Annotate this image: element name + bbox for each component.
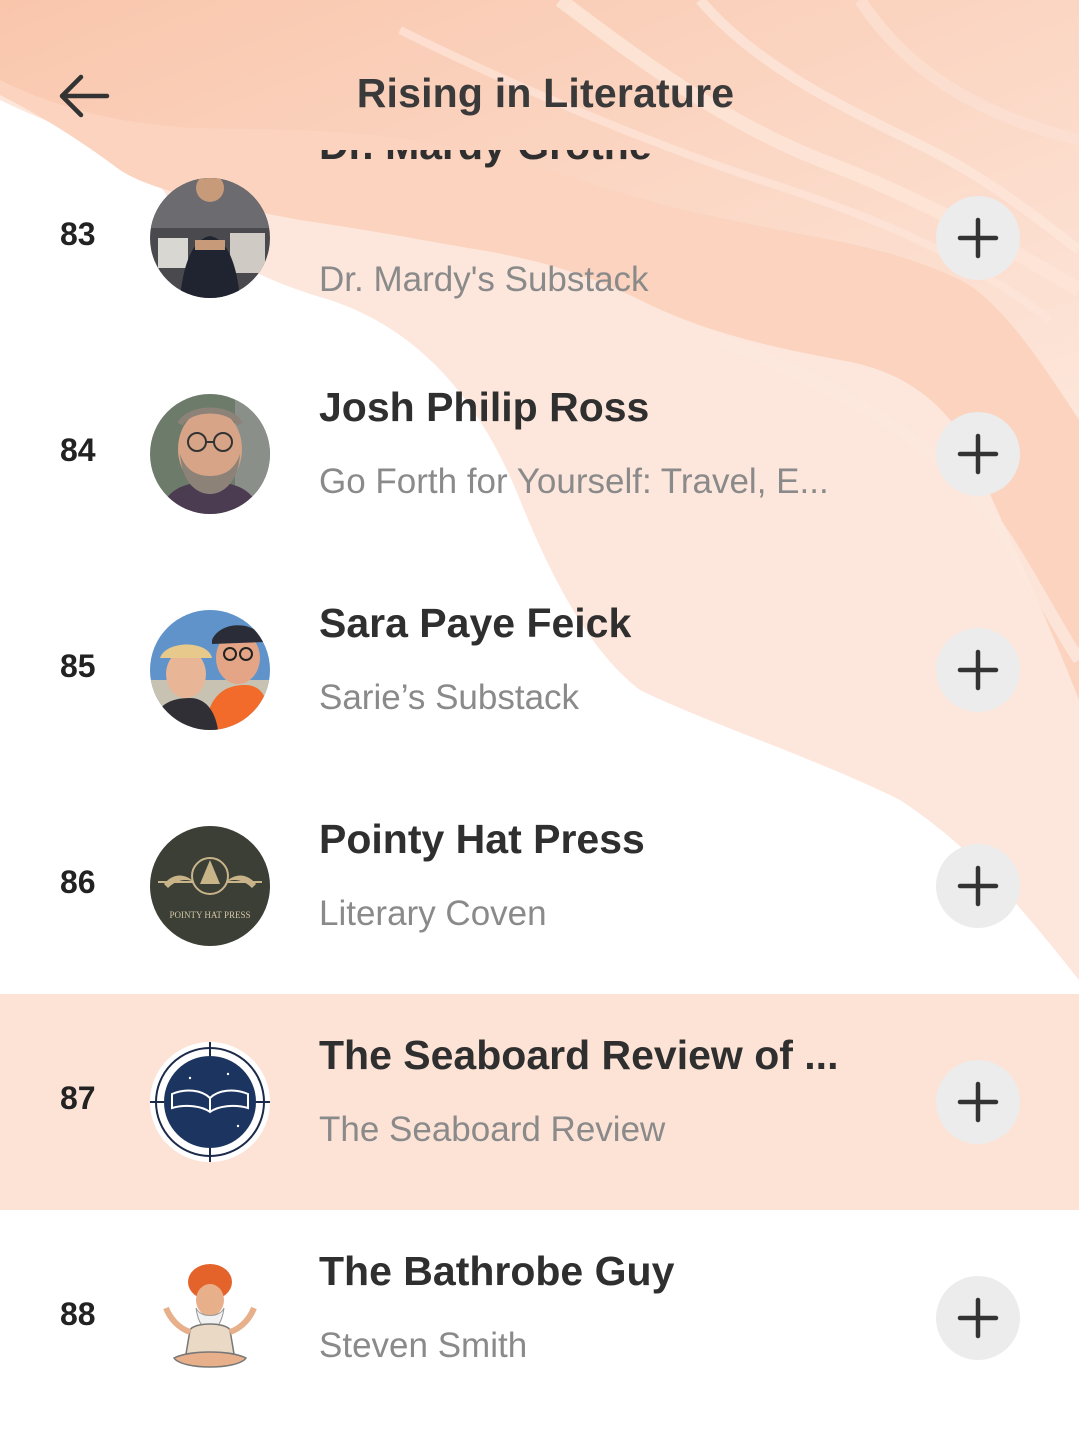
publication-name: Go Forth for Yourself: Travel, E... (319, 462, 829, 501)
plus-icon (957, 217, 999, 259)
publication-name: Sarie’s Substack (319, 678, 580, 717)
subscribe-button[interactable] (936, 844, 1020, 928)
author-name: Josh Philip Ross (319, 384, 650, 430)
list-item[interactable]: 88 The Bathrobe Guy Steven Smith (0, 1210, 1079, 1426)
list-item[interactable]: 86 POINTY HAT PRESS Pointy Hat Press Lit… (0, 778, 1079, 994)
subscribe-button[interactable] (936, 412, 1020, 496)
author-name: Sara Paye Feick (319, 600, 632, 646)
list-item[interactable]: 84 Josh Philip Ross Go Forth for Yoursel… (0, 346, 1079, 562)
page-title: Rising in Literature (356, 70, 735, 116)
avatar (150, 394, 270, 514)
avatar (150, 1042, 270, 1162)
subscribe-button[interactable] (936, 628, 1020, 712)
publication-name: Literary Coven (319, 894, 547, 933)
author-name: The Seaboard Review of ... (319, 1032, 839, 1078)
avatar (150, 1258, 270, 1378)
rank-number: 83 (60, 216, 96, 252)
plus-icon (957, 1297, 999, 1339)
list-item-highlighted[interactable]: 87 The Seaboard Review of ... The Seaboa… (0, 994, 1079, 1210)
ranking-list: 83 Dr. Mardy Grothe Dr. Mardy's Substack… (0, 0, 1079, 1435)
rank-number: 85 (60, 648, 96, 684)
plus-icon (957, 433, 999, 475)
page-header: Rising in Literature (0, 0, 1079, 200)
rank-number: 88 (60, 1296, 96, 1332)
list-item[interactable]: 85 Sara Paye Feick Sarie’s Substack (0, 562, 1079, 778)
author-name: Pointy Hat Press (319, 816, 645, 862)
author-name: The Bathrobe Guy (319, 1248, 675, 1294)
rank-number: 84 (60, 432, 96, 468)
subscribe-button[interactable] (936, 196, 1020, 280)
publication-name: Steven Smith (319, 1326, 528, 1365)
avatar-wordmark: POINTY HAT PRESS (169, 910, 250, 920)
plus-icon (957, 1081, 999, 1123)
publication-name: Dr. Mardy's Substack (319, 260, 649, 299)
rank-number: 87 (60, 1080, 96, 1116)
plus-icon (957, 865, 999, 907)
publication-name: The Seaboard Review (319, 1110, 666, 1149)
subscribe-button[interactable] (936, 1276, 1020, 1360)
rank-number: 86 (60, 864, 96, 900)
plus-icon (957, 649, 999, 691)
avatar: POINTY HAT PRESS (150, 826, 270, 946)
avatar (150, 610, 270, 730)
subscribe-button[interactable] (936, 1060, 1020, 1144)
